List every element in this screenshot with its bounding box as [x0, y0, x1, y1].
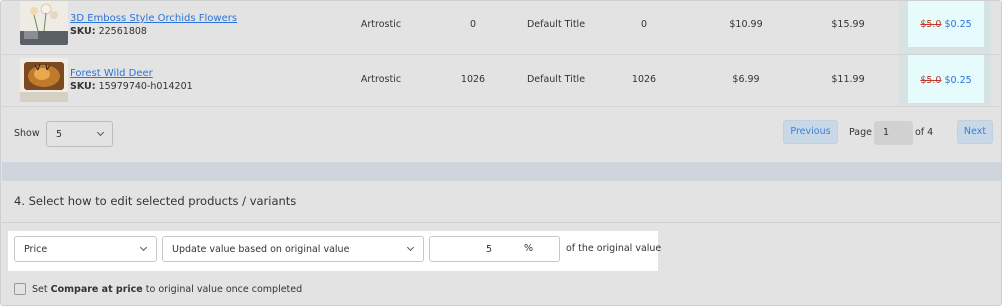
page-size-select[interactable]: 5 — [46, 121, 113, 147]
product-table: 3D Emboss Style Orchids Flowers SKU: 225… — [2, 1, 1001, 108]
product-sku: SKU: 22561808 — [70, 26, 147, 37]
price-cell: $15.99 — [831, 19, 865, 30]
percent-unit: % — [523, 243, 533, 254]
method-select-value: Update value based on original value — [172, 244, 350, 255]
section-divider — [2, 162, 1001, 181]
product-thumbnail-orchids — [20, 1, 68, 45]
method-select[interactable]: Update value based on original value — [162, 236, 424, 262]
new-value: $0.25 — [944, 19, 972, 30]
product-sku: SKU: 15979740-h014201 — [70, 81, 193, 92]
page-number-value: 1 — [883, 127, 890, 138]
page-size-value: 5 — [56, 129, 63, 140]
amount-value: 5 — [485, 244, 492, 255]
inventory-cell: 0 — [469, 19, 477, 30]
page-number-input[interactable]: 1 — [874, 121, 913, 145]
chevron-down-icon — [406, 243, 415, 252]
field-select-value: Price — [24, 244, 48, 255]
edit-section: 4. Select how to edit selected products … — [2, 181, 1001, 305]
section-divider-line — [2, 222, 1001, 223]
table-row: 3D Emboss Style Orchids Flowers SKU: 225… — [2, 1, 1001, 55]
product-link[interactable]: 3D Emboss Style Orchids Flowers — [70, 13, 237, 24]
cost-cell: $10.99 — [729, 19, 763, 30]
variant-cell: Default Title — [526, 74, 586, 85]
product-thumbnail-deer — [20, 58, 68, 102]
compare-at-price-label[interactable]: Set Compare at price to original value o… — [32, 284, 302, 295]
chevron-down-icon — [96, 128, 105, 137]
amount-input[interactable]: 5 % — [429, 236, 560, 262]
page-total-label: of 4 — [915, 127, 934, 138]
preview-price-cell: $5.0 $0.25 — [908, 1, 984, 47]
chevron-down-icon — [139, 243, 148, 252]
quantity-cell: 1026 — [631, 74, 657, 85]
price-cell: $11.99 — [831, 74, 865, 85]
app-frame: 3D Emboss Style Orchids Flowers SKU: 225… — [0, 0, 1002, 306]
old-value: $5.0 — [920, 19, 942, 30]
edit-controls-panel: Price Update value based on original val… — [8, 231, 662, 271]
old-value: $5.0 — [920, 75, 942, 86]
vendor-cell: Artrostic — [360, 19, 402, 30]
section-title: 4. Select how to edit selected products … — [14, 194, 297, 208]
table-row: Forest Wild Deer SKU: 15979740-h014201 A… — [2, 53, 1001, 107]
previous-button[interactable]: Previous — [783, 120, 838, 144]
inventory-cell: 1026 — [460, 74, 486, 85]
page-label: Page — [849, 127, 872, 138]
pagination-bar: Show 5 Previous Page 1 of 4 Next — [2, 108, 1001, 162]
show-label: Show — [14, 128, 40, 139]
compare-at-price-checkbox[interactable] — [14, 283, 26, 295]
product-link[interactable]: Forest Wild Deer — [70, 68, 153, 79]
variant-cell: Default Title — [526, 19, 586, 30]
cost-cell: $6.99 — [732, 74, 760, 85]
preview-price-cell: $5.0 $0.25 — [908, 55, 984, 103]
vendor-cell: Artrostic — [360, 74, 402, 85]
amount-suffix-label: of the original value — [566, 243, 662, 254]
new-value: $0.25 — [944, 75, 972, 86]
field-select[interactable]: Price — [14, 236, 157, 262]
quantity-cell: 0 — [640, 19, 648, 30]
next-button[interactable]: Next — [957, 120, 993, 144]
